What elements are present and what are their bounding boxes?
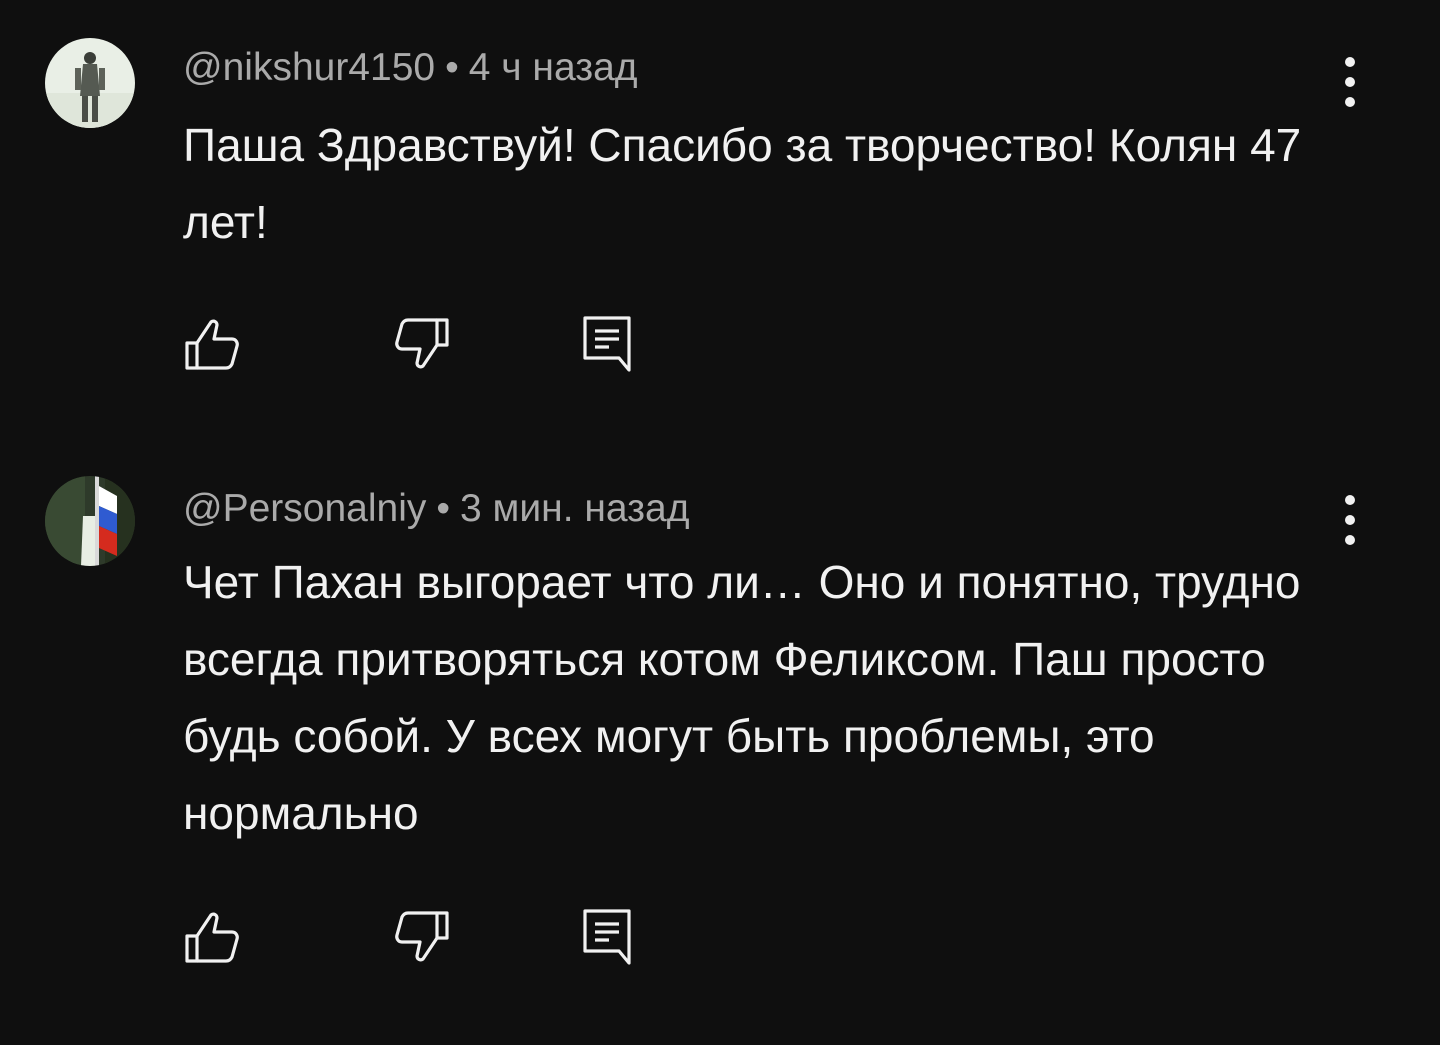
dislike-button[interactable] bbox=[391, 907, 451, 967]
comment-time: 4 ч назад bbox=[468, 46, 638, 89]
comment-meta: @Personalniy • 3 мин. назад bbox=[183, 486, 689, 532]
comment-menu-button[interactable] bbox=[1326, 490, 1374, 550]
reply-comment-icon bbox=[583, 316, 631, 372]
thumbs-up-icon bbox=[185, 912, 239, 963]
thumbs-up-icon bbox=[185, 319, 239, 370]
meta-separator: • bbox=[445, 46, 459, 89]
avatar[interactable] bbox=[45, 476, 135, 566]
thumbs-down-icon bbox=[395, 911, 449, 962]
comment-time: 3 мин. назад bbox=[460, 487, 690, 530]
reply-button[interactable] bbox=[579, 314, 639, 374]
author-name[interactable]: @nikshur4150 bbox=[183, 46, 435, 89]
comments-list: @nikshur4150 • 4 ч назад Паша Здравствуй! … bbox=[0, 0, 1440, 1045]
comment-text: Чет Пахан выгорает что ли… Оно и понятно… bbox=[183, 556, 1301, 839]
thumbs-down-icon bbox=[395, 318, 449, 369]
more-vertical-icon bbox=[1345, 57, 1355, 107]
comment-actions bbox=[183, 314, 643, 374]
like-button[interactable] bbox=[183, 907, 243, 967]
author-name[interactable]: @Personalniy bbox=[183, 487, 426, 530]
dislike-button[interactable] bbox=[391, 314, 451, 374]
comment-text: Паша Здравствуй! Спасибо за творчество! … bbox=[183, 119, 1302, 248]
comment-menu-button[interactable] bbox=[1326, 52, 1374, 112]
reply-comment-icon bbox=[583, 909, 631, 965]
like-button[interactable] bbox=[183, 314, 243, 374]
comment-meta: @nikshur4150 • 4 ч назад bbox=[183, 45, 638, 91]
meta-separator: • bbox=[436, 487, 451, 530]
comment-actions bbox=[183, 907, 643, 967]
reply-button[interactable] bbox=[579, 907, 639, 967]
avatar[interactable] bbox=[45, 38, 135, 128]
more-vertical-icon bbox=[1345, 495, 1355, 545]
